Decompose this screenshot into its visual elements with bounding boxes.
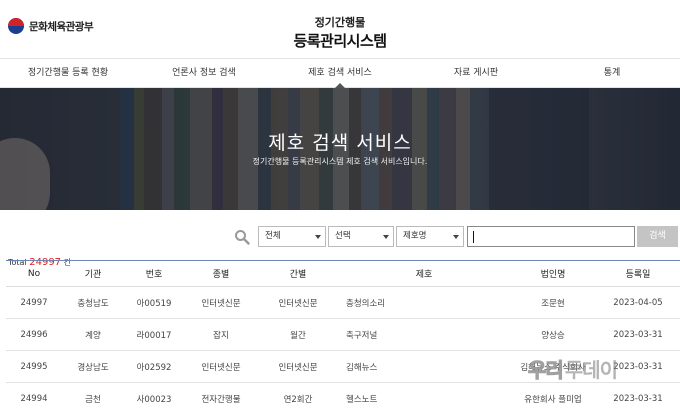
cell-category: 전자간행물: [201, 394, 241, 405]
col-agency: 기관: [84, 270, 102, 280]
site-title-line1: 정기간행물: [314, 16, 366, 29]
col-no: No: [27, 268, 41, 279]
cell-frequency: 인터넷신문: [278, 298, 318, 309]
results-table: No 기관 번호 종별 간별 제호 법인명 등록일 24997 충청남도 아00…: [6, 260, 680, 408]
cell-agency: 경상남도: [77, 362, 109, 373]
nav-item-title-search[interactable]: 제호 검색 서비스: [272, 59, 408, 88]
banner-title: 제호 검색 서비스: [268, 132, 412, 154]
search-icon: [235, 230, 250, 245]
table-header: No 기관 번호 종별 간별 제호 법인명 등록일: [6, 261, 680, 287]
nav-item-board[interactable]: 자료 게시판: [408, 59, 544, 87]
table-row[interactable]: 24996 계양 라00017 잡지 월간 축구저널 양상승 2023-03-3…: [6, 319, 680, 351]
cell-number: 아00519: [136, 298, 172, 309]
cell-title[interactable]: 김해뉴스: [338, 351, 510, 382]
table-row[interactable]: 24997 충청남도 아00519 인터넷신문 인터넷신문 충청의소리 조문현 …: [6, 287, 680, 319]
cell-number: 라00017: [136, 330, 172, 341]
site-title-line2: 등록관리시스템: [293, 32, 387, 50]
cell-corporation: 유한회사 플미업: [524, 394, 582, 405]
watermark-part1: 우리: [528, 357, 565, 382]
nav-item-press-search[interactable]: 언론사 정보 검색: [136, 59, 272, 87]
cell-agency: 계양: [85, 330, 101, 341]
cell-date: 2023-03-31: [613, 393, 663, 404]
search-bar: 전체 선택 제호명 검색: [0, 226, 680, 248]
cell-category: 잡지: [213, 330, 229, 341]
search-input[interactable]: [467, 226, 635, 247]
watermark-part2: 투데이: [564, 357, 618, 382]
region-select[interactable]: 전체: [258, 226, 326, 247]
cell-number: 아02592: [136, 362, 172, 373]
cell-title[interactable]: 축구저널: [338, 319, 510, 350]
table-row[interactable]: 24994 금천 사00023 전자간행물 연2회간 헬스노트 유한회사 플미업…: [6, 383, 680, 408]
cell-agency: 충청남도: [77, 298, 109, 309]
cell-frequency: 월간: [290, 330, 306, 341]
cell-title[interactable]: 충청의소리: [338, 287, 510, 318]
chevron-down-icon: [453, 235, 459, 239]
text-cursor: [473, 231, 474, 243]
col-category: 종별: [212, 270, 230, 280]
banner-subtitle: 정기간행물 등록관리시스템 제호 검색 서비스입니다.: [252, 157, 428, 166]
region-select-value: 전체: [265, 231, 281, 241]
cell-date: 2023-03-31: [613, 329, 663, 340]
cell-agency: 금천: [85, 394, 101, 405]
cell-no: 24995: [20, 361, 48, 372]
hero-banner: 제호 검색 서비스 정기간행물 등록관리시스템 제호 검색 서비스입니다.: [0, 88, 680, 210]
cell-category: 인터넷신문: [201, 362, 241, 373]
nav-item-registration-status[interactable]: 정기간행물 등록 현황: [0, 59, 136, 87]
cell-date: 2023-04-05: [613, 297, 663, 308]
main-nav: 정기간행물 등록 현황 언론사 정보 검색 제호 검색 서비스 자료 게시판 통…: [0, 58, 680, 88]
cell-corporation: 조문현: [541, 298, 565, 309]
cell-category: 인터넷신문: [201, 298, 241, 309]
type-select-value: 선택: [335, 231, 351, 241]
nav-item-statistics[interactable]: 통계: [544, 59, 680, 87]
col-corporation: 법인명: [540, 270, 566, 280]
col-frequency: 간별: [289, 270, 307, 280]
col-date: 등록일: [625, 270, 651, 280]
type-select[interactable]: 선택: [328, 226, 394, 247]
cell-title[interactable]: 헬스노트: [338, 383, 510, 408]
chevron-down-icon: [383, 235, 389, 239]
cell-no: 24994: [20, 393, 48, 404]
col-title: 제호: [415, 270, 433, 280]
site-header: 문화체육관광부 정기간행물 등록관리시스템: [0, 0, 680, 58]
col-number: 번호: [145, 270, 163, 280]
search-button[interactable]: 검색: [637, 226, 678, 247]
chevron-down-icon: [315, 235, 321, 239]
field-select-value: 제호명: [403, 231, 427, 241]
cell-number: 사00023: [136, 394, 172, 405]
cell-frequency: 연2회간: [283, 394, 313, 405]
watermark-logo: 우리 투데이: [528, 355, 619, 382]
cell-no: 24997: [20, 297, 48, 308]
cell-frequency: 인터넷신문: [278, 362, 318, 373]
field-select[interactable]: 제호명: [396, 226, 464, 247]
cell-corporation: 양상승: [541, 330, 565, 341]
cell-no: 24996: [20, 329, 48, 340]
